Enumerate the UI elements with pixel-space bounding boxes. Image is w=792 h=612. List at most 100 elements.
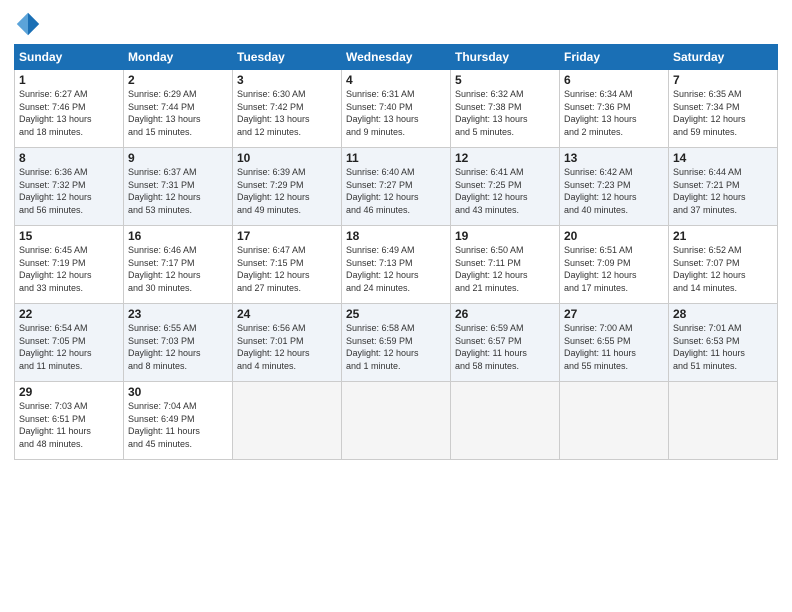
logo-icon bbox=[14, 10, 42, 38]
day-cell: 27Sunrise: 7:00 AM Sunset: 6:55 PM Dayli… bbox=[560, 304, 669, 382]
day-number: 5 bbox=[455, 73, 555, 87]
week-row-2: 8Sunrise: 6:36 AM Sunset: 7:32 PM Daylig… bbox=[15, 148, 778, 226]
day-number: 30 bbox=[128, 385, 228, 399]
week-row-4: 22Sunrise: 6:54 AM Sunset: 7:05 PM Dayli… bbox=[15, 304, 778, 382]
logo bbox=[14, 10, 46, 38]
day-cell: 1Sunrise: 6:27 AM Sunset: 7:46 PM Daylig… bbox=[15, 70, 124, 148]
day-number: 27 bbox=[564, 307, 664, 321]
day-cell bbox=[342, 382, 451, 460]
weekday-header-saturday: Saturday bbox=[669, 45, 778, 70]
day-info: Sunrise: 6:51 AM Sunset: 7:09 PM Dayligh… bbox=[564, 244, 664, 294]
day-info: Sunrise: 6:58 AM Sunset: 6:59 PM Dayligh… bbox=[346, 322, 446, 372]
day-cell: 23Sunrise: 6:55 AM Sunset: 7:03 PM Dayli… bbox=[124, 304, 233, 382]
day-number: 28 bbox=[673, 307, 773, 321]
day-info: Sunrise: 6:47 AM Sunset: 7:15 PM Dayligh… bbox=[237, 244, 337, 294]
day-cell: 19Sunrise: 6:50 AM Sunset: 7:11 PM Dayli… bbox=[451, 226, 560, 304]
day-cell: 14Sunrise: 6:44 AM Sunset: 7:21 PM Dayli… bbox=[669, 148, 778, 226]
day-info: Sunrise: 6:39 AM Sunset: 7:29 PM Dayligh… bbox=[237, 166, 337, 216]
day-info: Sunrise: 6:41 AM Sunset: 7:25 PM Dayligh… bbox=[455, 166, 555, 216]
day-info: Sunrise: 6:45 AM Sunset: 7:19 PM Dayligh… bbox=[19, 244, 119, 294]
day-cell: 28Sunrise: 7:01 AM Sunset: 6:53 PM Dayli… bbox=[669, 304, 778, 382]
day-info: Sunrise: 6:34 AM Sunset: 7:36 PM Dayligh… bbox=[564, 88, 664, 138]
day-info: Sunrise: 6:49 AM Sunset: 7:13 PM Dayligh… bbox=[346, 244, 446, 294]
day-number: 29 bbox=[19, 385, 119, 399]
weekday-header-thursday: Thursday bbox=[451, 45, 560, 70]
day-number: 20 bbox=[564, 229, 664, 243]
day-cell: 6Sunrise: 6:34 AM Sunset: 7:36 PM Daylig… bbox=[560, 70, 669, 148]
day-cell: 30Sunrise: 7:04 AM Sunset: 6:49 PM Dayli… bbox=[124, 382, 233, 460]
day-info: Sunrise: 6:54 AM Sunset: 7:05 PM Dayligh… bbox=[19, 322, 119, 372]
day-cell bbox=[560, 382, 669, 460]
day-cell: 7Sunrise: 6:35 AM Sunset: 7:34 PM Daylig… bbox=[669, 70, 778, 148]
day-cell: 3Sunrise: 6:30 AM Sunset: 7:42 PM Daylig… bbox=[233, 70, 342, 148]
day-cell: 29Sunrise: 7:03 AM Sunset: 6:51 PM Dayli… bbox=[15, 382, 124, 460]
day-info: Sunrise: 6:32 AM Sunset: 7:38 PM Dayligh… bbox=[455, 88, 555, 138]
day-number: 1 bbox=[19, 73, 119, 87]
day-cell: 25Sunrise: 6:58 AM Sunset: 6:59 PM Dayli… bbox=[342, 304, 451, 382]
day-info: Sunrise: 6:56 AM Sunset: 7:01 PM Dayligh… bbox=[237, 322, 337, 372]
day-number: 26 bbox=[455, 307, 555, 321]
day-cell: 21Sunrise: 6:52 AM Sunset: 7:07 PM Dayli… bbox=[669, 226, 778, 304]
day-info: Sunrise: 7:01 AM Sunset: 6:53 PM Dayligh… bbox=[673, 322, 773, 372]
weekday-header-tuesday: Tuesday bbox=[233, 45, 342, 70]
day-cell: 16Sunrise: 6:46 AM Sunset: 7:17 PM Dayli… bbox=[124, 226, 233, 304]
week-row-5: 29Sunrise: 7:03 AM Sunset: 6:51 PM Dayli… bbox=[15, 382, 778, 460]
day-info: Sunrise: 6:59 AM Sunset: 6:57 PM Dayligh… bbox=[455, 322, 555, 372]
day-number: 9 bbox=[128, 151, 228, 165]
week-row-3: 15Sunrise: 6:45 AM Sunset: 7:19 PM Dayli… bbox=[15, 226, 778, 304]
calendar-table: SundayMondayTuesdayWednesdayThursdayFrid… bbox=[14, 44, 778, 460]
day-info: Sunrise: 6:37 AM Sunset: 7:31 PM Dayligh… bbox=[128, 166, 228, 216]
header bbox=[14, 10, 778, 38]
day-cell: 18Sunrise: 6:49 AM Sunset: 7:13 PM Dayli… bbox=[342, 226, 451, 304]
day-info: Sunrise: 6:50 AM Sunset: 7:11 PM Dayligh… bbox=[455, 244, 555, 294]
day-number: 2 bbox=[128, 73, 228, 87]
day-cell bbox=[233, 382, 342, 460]
day-number: 17 bbox=[237, 229, 337, 243]
day-number: 23 bbox=[128, 307, 228, 321]
weekday-header-wednesday: Wednesday bbox=[342, 45, 451, 70]
day-number: 16 bbox=[128, 229, 228, 243]
day-cell: 8Sunrise: 6:36 AM Sunset: 7:32 PM Daylig… bbox=[15, 148, 124, 226]
day-info: Sunrise: 6:29 AM Sunset: 7:44 PM Dayligh… bbox=[128, 88, 228, 138]
day-info: Sunrise: 7:03 AM Sunset: 6:51 PM Dayligh… bbox=[19, 400, 119, 450]
day-info: Sunrise: 7:00 AM Sunset: 6:55 PM Dayligh… bbox=[564, 322, 664, 372]
day-number: 11 bbox=[346, 151, 446, 165]
day-cell: 10Sunrise: 6:39 AM Sunset: 7:29 PM Dayli… bbox=[233, 148, 342, 226]
day-info: Sunrise: 6:30 AM Sunset: 7:42 PM Dayligh… bbox=[237, 88, 337, 138]
page-container: SundayMondayTuesdayWednesdayThursdayFrid… bbox=[0, 0, 792, 466]
day-cell: 2Sunrise: 6:29 AM Sunset: 7:44 PM Daylig… bbox=[124, 70, 233, 148]
day-cell: 20Sunrise: 6:51 AM Sunset: 7:09 PM Dayli… bbox=[560, 226, 669, 304]
day-number: 3 bbox=[237, 73, 337, 87]
day-cell: 12Sunrise: 6:41 AM Sunset: 7:25 PM Dayli… bbox=[451, 148, 560, 226]
day-number: 6 bbox=[564, 73, 664, 87]
day-number: 4 bbox=[346, 73, 446, 87]
day-cell: 13Sunrise: 6:42 AM Sunset: 7:23 PM Dayli… bbox=[560, 148, 669, 226]
day-number: 10 bbox=[237, 151, 337, 165]
day-number: 21 bbox=[673, 229, 773, 243]
day-info: Sunrise: 6:27 AM Sunset: 7:46 PM Dayligh… bbox=[19, 88, 119, 138]
day-number: 13 bbox=[564, 151, 664, 165]
weekday-header-row: SundayMondayTuesdayWednesdayThursdayFrid… bbox=[15, 45, 778, 70]
day-cell: 17Sunrise: 6:47 AM Sunset: 7:15 PM Dayli… bbox=[233, 226, 342, 304]
day-info: Sunrise: 6:31 AM Sunset: 7:40 PM Dayligh… bbox=[346, 88, 446, 138]
day-cell: 9Sunrise: 6:37 AM Sunset: 7:31 PM Daylig… bbox=[124, 148, 233, 226]
day-number: 18 bbox=[346, 229, 446, 243]
weekday-header-sunday: Sunday bbox=[15, 45, 124, 70]
day-cell bbox=[451, 382, 560, 460]
day-info: Sunrise: 7:04 AM Sunset: 6:49 PM Dayligh… bbox=[128, 400, 228, 450]
day-info: Sunrise: 6:42 AM Sunset: 7:23 PM Dayligh… bbox=[564, 166, 664, 216]
weekday-header-friday: Friday bbox=[560, 45, 669, 70]
day-info: Sunrise: 6:44 AM Sunset: 7:21 PM Dayligh… bbox=[673, 166, 773, 216]
day-number: 15 bbox=[19, 229, 119, 243]
weekday-header-monday: Monday bbox=[124, 45, 233, 70]
day-number: 7 bbox=[673, 73, 773, 87]
day-cell: 11Sunrise: 6:40 AM Sunset: 7:27 PM Dayli… bbox=[342, 148, 451, 226]
day-cell: 4Sunrise: 6:31 AM Sunset: 7:40 PM Daylig… bbox=[342, 70, 451, 148]
day-number: 22 bbox=[19, 307, 119, 321]
day-info: Sunrise: 6:36 AM Sunset: 7:32 PM Dayligh… bbox=[19, 166, 119, 216]
day-number: 19 bbox=[455, 229, 555, 243]
day-cell: 22Sunrise: 6:54 AM Sunset: 7:05 PM Dayli… bbox=[15, 304, 124, 382]
day-cell: 26Sunrise: 6:59 AM Sunset: 6:57 PM Dayli… bbox=[451, 304, 560, 382]
day-info: Sunrise: 6:40 AM Sunset: 7:27 PM Dayligh… bbox=[346, 166, 446, 216]
day-cell: 5Sunrise: 6:32 AM Sunset: 7:38 PM Daylig… bbox=[451, 70, 560, 148]
